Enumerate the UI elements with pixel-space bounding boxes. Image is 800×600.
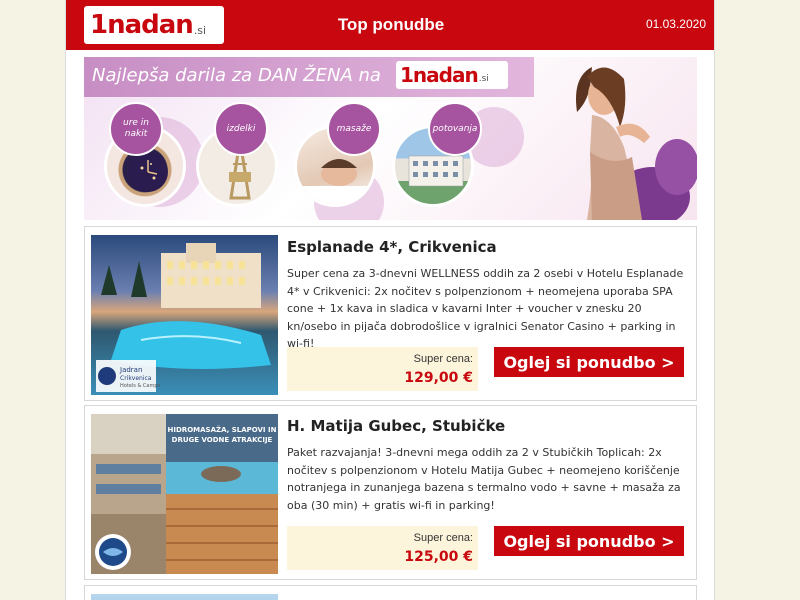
- spa-collage-photo: HIDROMASAŽA, SLAPOVI IN DRUGE VODNE ATRA…: [91, 414, 278, 574]
- category-watches-jewelry[interactable]: ure in nakit: [109, 102, 163, 156]
- offer-card-partial[interactable]: [84, 585, 697, 600]
- banner-brand-logo: 1nadan .si: [396, 61, 508, 89]
- promo-banner[interactable]: Najlepša darila za DAN ŽENA na 1nadan .s…: [84, 57, 697, 220]
- offer-title[interactable]: Esplanade 4*, Crikvenica: [287, 238, 497, 256]
- view-offer-button[interactable]: Oglej si ponudbo >: [494, 347, 684, 377]
- category-travel[interactable]: potovanja: [428, 102, 482, 156]
- category-products[interactable]: izdelki: [214, 102, 268, 156]
- svg-text:Crikvenica: Crikvenica: [120, 375, 152, 382]
- offer-image[interactable]: Jadran Crikvenica Hotels & Camps: [91, 235, 278, 395]
- banner-headline: Najlepša darila za DAN ŽENA na: [92, 65, 381, 86]
- offer-image[interactable]: HIDROMASAŽA, SLAPOVI IN DRUGE VODNE ATRA…: [91, 414, 278, 574]
- header-bar: 1nadan .si Top ponudbe 01.03.2020: [66, 0, 714, 50]
- offer-card[interactable]: HIDROMASAŽA, SLAPOVI IN DRUGE VODNE ATRA…: [84, 405, 697, 580]
- woman-illustration: [576, 67, 697, 220]
- price-value: 129,00 €: [404, 370, 473, 386]
- svg-text:Hotels & Camps: Hotels & Camps: [120, 383, 161, 389]
- offer-title[interactable]: H. Matija Gubec, Stubičke: [287, 417, 505, 435]
- offer-description: Paket razvajanja! 3-dnevni mega oddih za…: [287, 446, 681, 512]
- offer-image[interactable]: [91, 594, 278, 600]
- offer-description: Super cena za 3-dnevni WELLNESS oddih za…: [287, 267, 684, 350]
- view-offer-button[interactable]: Oglej si ponudbo >: [494, 526, 684, 556]
- page-title: Top ponudbe: [337, 15, 445, 34]
- price-label: Super cena:: [413, 532, 473, 544]
- price-label: Super cena:: [413, 353, 473, 365]
- banner-logo-suffix: .si: [478, 74, 489, 84]
- price-value: 125,00 €: [404, 549, 473, 565]
- category-massages[interactable]: masaže: [327, 102, 381, 156]
- svg-text:HIDROMASAŽA, SLAPOVI IN: HIDROMASAŽA, SLAPOVI IN: [168, 425, 277, 434]
- newsletter-date: 01.03.2020: [645, 17, 706, 31]
- banner-logo-text: 1nadan: [400, 63, 479, 87]
- svg-text:DRUGE VODNE ATRAKCIJE: DRUGE VODNE ATRAKCIJE: [172, 436, 273, 444]
- price-box: Super cena: 129,00 €: [287, 347, 478, 391]
- svg-text:Jadran: Jadran: [119, 366, 142, 374]
- email-body: 1nadan .si Top ponudbe 01.03.2020 Najlep…: [65, 0, 715, 600]
- offer-card[interactable]: Jadran Crikvenica Hotels & Camps Esplana…: [84, 226, 697, 401]
- hotel-pool-photo: Jadran Crikvenica Hotels & Camps: [96, 243, 271, 392]
- price-box: Super cena: 125,00 €: [287, 526, 478, 570]
